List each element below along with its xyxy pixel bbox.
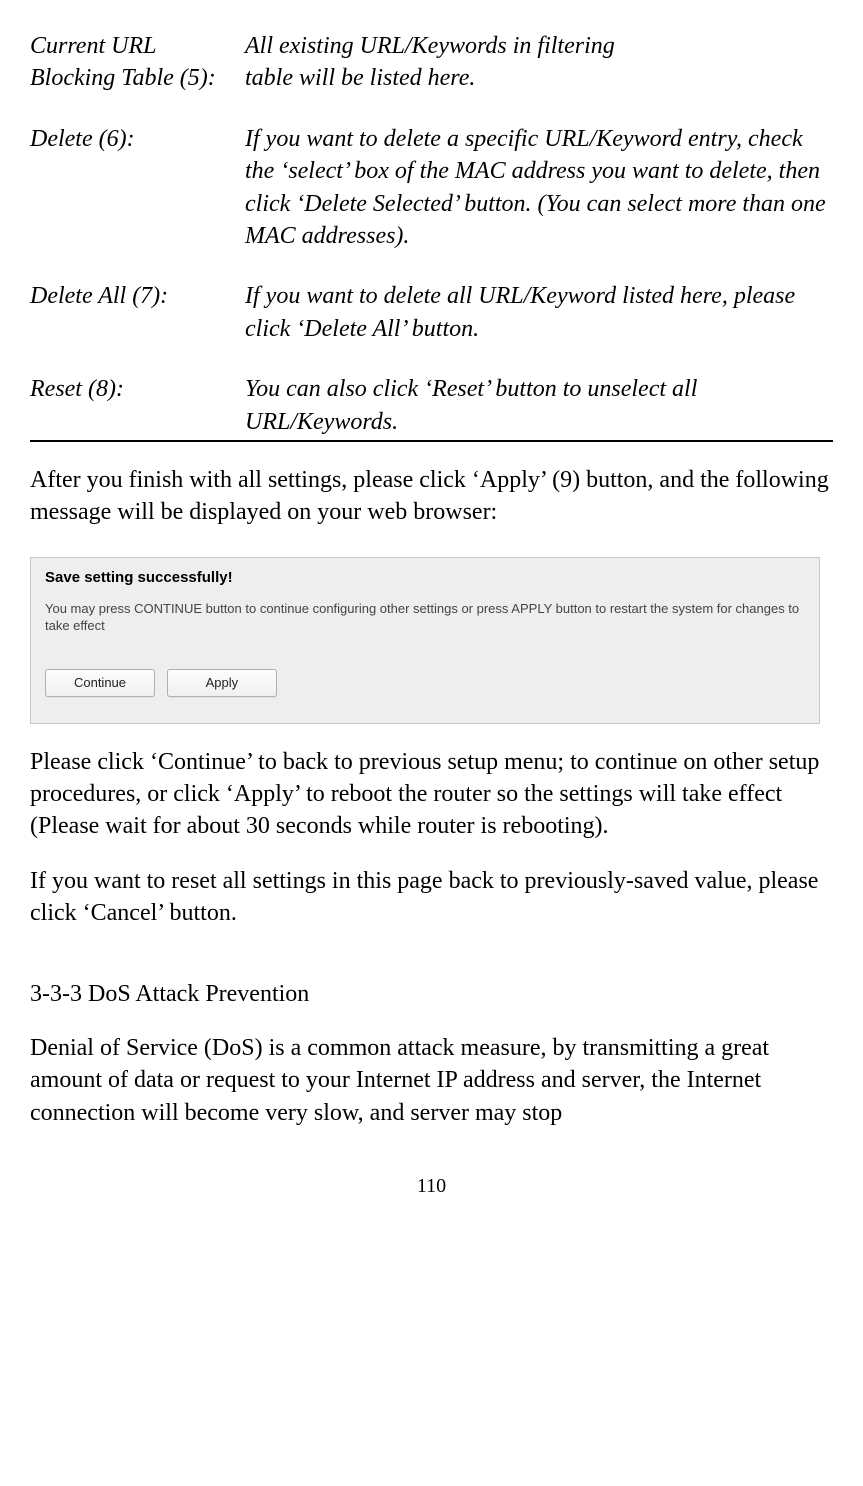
continue-button[interactable]: Continue <box>45 669 155 697</box>
def-term-line: Blocking Table (5): <box>30 65 216 91</box>
apply-button[interactable]: Apply <box>167 669 277 697</box>
paragraph-dos: Denial of Service (DoS) is a common atta… <box>30 1032 833 1129</box>
def-desc-delete-all: If you want to delete all URL/Keyword li… <box>245 280 833 345</box>
paragraph-cancel: If you want to reset all settings in thi… <box>30 865 833 930</box>
page-number: 110 <box>30 1173 833 1200</box>
definition-table: Current URL Blocking Table (5): All exis… <box>30 30 833 438</box>
def-desc-line: table will be listed here. <box>245 65 475 91</box>
screenshot-title: Save setting successfully! <box>45 568 819 588</box>
section-heading-dos: 3-3-3 DoS Attack Prevention <box>30 978 833 1010</box>
def-desc-line: All existing URL/Keywords in filtering <box>245 33 615 59</box>
def-term-reset: Reset (8): <box>30 373 245 438</box>
def-term-current-url: Current URL Blocking Table (5): <box>30 30 245 95</box>
paragraph-after-table: After you finish with all settings, plea… <box>30 464 833 529</box>
def-term-delete: Delete (6): <box>30 123 245 253</box>
screenshot-description: You may press CONTINUE button to continu… <box>45 600 819 635</box>
save-success-screenshot: Save setting successfully! You may press… <box>30 557 820 724</box>
def-desc-reset: You can also click ‘Reset’ button to uns… <box>245 373 833 438</box>
divider-heavy <box>30 440 833 442</box>
def-desc-delete: If you want to delete a specific URL/Key… <box>245 123 833 253</box>
paragraph-continue: Please click ‘Continue’ to back to previ… <box>30 746 833 843</box>
def-desc-current-url: All existing URL/Keywords in filtering t… <box>245 30 833 95</box>
def-term-line: Current URL <box>30 33 156 59</box>
def-term-delete-all: Delete All (7): <box>30 280 245 345</box>
